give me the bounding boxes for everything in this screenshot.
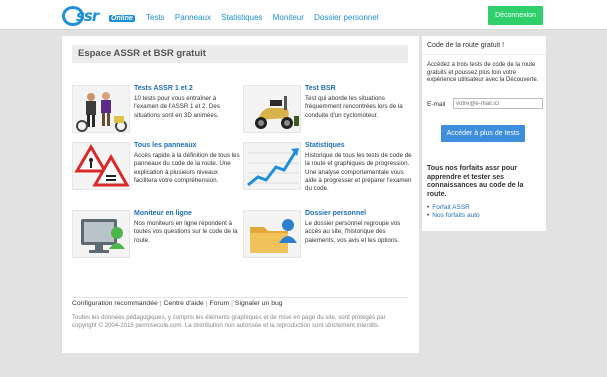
feature-title-test-bsr[interactable]: Test BSR <box>305 85 336 92</box>
nav-statistiques[interactable]: Statistiques <box>221 13 262 22</box>
folder-user-icon[interactable] <box>243 210 301 258</box>
footer-divider <box>72 297 408 298</box>
sidebar-text: Accédez à trois tests de code de la rout… <box>427 62 539 84</box>
main-nav: Tests Panneaux Statistiques Moniteur Dos… <box>146 13 387 22</box>
email-field[interactable] <box>453 98 543 109</box>
top-bar: ssr Online Tests Panneaux Statistiques M… <box>0 0 607 30</box>
access-more-tests-button[interactable]: Accéder à plus de tests <box>441 125 525 142</box>
sidebar-link-forfait-assr[interactable]: Forfait ASSR <box>427 204 480 212</box>
copyright-text: Toutes les données pédagogiques, y compr… <box>72 314 386 329</box>
nav-moniteur[interactable]: Moniteur <box>273 13 304 22</box>
feature-title-moniteur[interactable]: Moniteur en ligne <box>134 210 192 217</box>
footer-link-forum[interactable]: Forum <box>210 300 230 307</box>
students-scooter-icon[interactable] <box>72 85 130 133</box>
logo-subtext: Online <box>109 15 135 22</box>
feature-title-panneaux[interactable]: Tous les panneaux <box>134 142 197 149</box>
logout-button[interactable]: Déconnexion <box>488 6 543 25</box>
page-title: Espace ASSR et BSR gratuit <box>72 45 408 63</box>
sidebar-title: Code de la route gratuit ! <box>427 42 505 49</box>
feature-desc-dossier: Le dossier personnel regroupe vos accès … <box>305 220 401 244</box>
footer-link-config[interactable]: Configuration recommandée <box>72 300 158 307</box>
feature-statistiques: Statistiques Historique de tous les test… <box>243 142 413 202</box>
footer-separator: | <box>231 300 233 307</box>
footer-separator: | <box>205 300 208 307</box>
feature-moniteur: Moniteur en ligne Nos moniteurs en ligne… <box>72 210 242 270</box>
sidebar-divider <box>422 54 546 55</box>
site-logo[interactable]: ssr Online <box>62 6 136 28</box>
feature-desc-moniteur: Nos moniteurs en ligne répondent à toute… <box>134 220 238 244</box>
feature-title-dossier[interactable]: Dossier personnel <box>305 210 366 217</box>
feature-title-statistiques[interactable]: Statistiques <box>305 142 345 149</box>
sidebar-link-list: Forfait ASSR Nos forfaits auto <box>427 204 480 220</box>
footer-link-aide[interactable]: Centre d'aide <box>164 300 204 307</box>
road-signs-icon[interactable] <box>72 142 130 190</box>
footer-link-bug[interactable]: Signaler un bug <box>235 300 283 307</box>
email-label: E-mail <box>427 101 446 108</box>
monitor-chat-icon[interactable] <box>72 210 130 258</box>
nav-dossier-personnel[interactable]: Dossier personnel <box>314 13 378 22</box>
footer-separator: | <box>159 300 162 307</box>
feature-desc-tests-assr: 10 tests pour vous entraîner à l'examen … <box>134 95 220 119</box>
feature-dossier: Dossier personnel Le dossier personnel r… <box>243 210 413 270</box>
chart-icon[interactable] <box>243 142 301 190</box>
main-panel: Espace ASSR et BSR gratuit Tests ASSR 1 … <box>62 36 419 353</box>
sidebar-panel: Code de la route gratuit ! Accédez à tro… <box>422 36 546 231</box>
feature-panneaux: Tous les panneaux Accès rapide à la défi… <box>72 142 242 202</box>
sidebar-promo: Tous nos forfaits assr pour apprendre et… <box>427 165 524 198</box>
logo-text: ssr <box>76 7 99 25</box>
feature-desc-panneaux: Accès rapide à la définition de tous les… <box>134 152 240 184</box>
feature-desc-test-bsr: Test qui aborde les situations fréquemme… <box>305 95 403 119</box>
sidebar-link-forfaits-auto[interactable]: Nos forfaits auto <box>427 212 479 220</box>
scooter-icon[interactable] <box>243 85 301 133</box>
feature-title-tests-assr[interactable]: Tests ASSR 1 et 2 <box>134 85 193 92</box>
feature-test-bsr: Test BSR Test qui aborde les situations … <box>243 85 413 145</box>
feature-tests-assr: Tests ASSR 1 et 2 10 tests pour vous ent… <box>72 85 242 145</box>
nav-panneaux[interactable]: Panneaux <box>175 13 211 22</box>
feature-desc-statistiques: Historique de tous les tests de code de … <box>305 152 412 193</box>
nav-tests[interactable]: Tests <box>146 13 165 22</box>
footer-links: Configuration recommandée | Centre d'aide |… <box>72 300 283 307</box>
